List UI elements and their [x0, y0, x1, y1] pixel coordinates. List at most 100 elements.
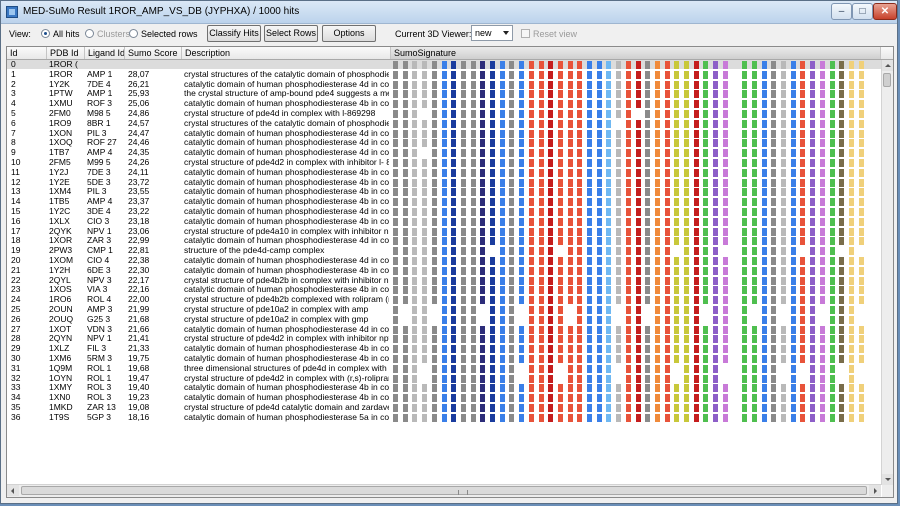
signature-cell [460, 80, 466, 89]
column-header-ligand-id[interactable]: Ligand Id [85, 47, 125, 59]
vertical-scrollbar[interactable] [881, 60, 893, 485]
table-row[interactable]: 33 1XMY ROL 3 19,40 catalytic domain of huma… [7, 383, 881, 393]
cell-id: 5 [11, 109, 16, 118]
scroll-right-button[interactable] [869, 485, 881, 496]
table-row[interactable]: 8 1XOQ ROF 27 24,46 catalytic domain of huma… [7, 138, 881, 148]
title-bar[interactable]: MED-SuMo Result 1ROR_AMP_VS_DB (JYPHXA) … [1, 1, 897, 24]
table-row[interactable]: 9 1TB7 AMP 4 24,35 catalytic domain of human… [7, 148, 881, 158]
vertical-scroll-thumb[interactable] [883, 73, 891, 87]
column-header-sumo-score[interactable]: Sumo Score [125, 47, 182, 59]
signature-cell [441, 364, 447, 373]
table-row[interactable]: 35 1MKD ZAR 13 19,08 crystal structure of pd… [7, 403, 881, 412]
view-all-hits-radio[interactable]: All hits [41, 27, 80, 41]
table-row[interactable]: 23 1XOS VIA 3 22,16 catalytic domain of huma… [7, 285, 881, 295]
scroll-up-button[interactable] [882, 60, 893, 71]
table-row[interactable]: 19 2PW3 CMP 1 22,81 structure of the pde4d-c… [7, 246, 881, 256]
table-row[interactable]: 11 1Y2J 7DE 3 24,11 catalytic domain of huma… [7, 168, 881, 177]
scroll-down-button[interactable] [882, 474, 893, 485]
signature-cell [577, 119, 583, 128]
table-row[interactable]: 32 1OYN ROL 1 19,47 crystal structure of pde… [7, 374, 881, 383]
column-header-id[interactable]: Id [7, 47, 47, 59]
classify-hits-button[interactable]: Classify Hits [207, 25, 261, 42]
view-label: View: [9, 29, 31, 39]
signature-cell [577, 306, 583, 314]
signature-cell [839, 325, 845, 334]
signature-cell [829, 100, 835, 109]
table-row[interactable]: 0 1ROR ( [7, 60, 881, 69]
table-row[interactable]: 14 1TB5 AMP 4 23,37 catalytic domain of huma… [7, 197, 881, 207]
table-row[interactable]: 24 1RO6 ROL 4 22,00 crystal structure of pde… [7, 295, 881, 305]
signature-cell [441, 227, 447, 236]
column-header-sumo-signature[interactable]: SumoSignature [391, 47, 881, 59]
signature-cell [635, 315, 641, 324]
results-grid[interactable]: Id PDB Id Ligand Id Sumo Score Descripti… [6, 46, 894, 498]
select-rows-button[interactable]: Select Rows [264, 25, 318, 42]
table-row[interactable]: 22 2QYL NPV 3 22,17 crystal structure of pde… [7, 276, 881, 285]
table-row[interactable]: 6 1RO9 8BR 1 24,57 crystal structures of the… [7, 119, 881, 128]
table-row[interactable]: 15 1Y2C 3DE 4 23,22 catalytic domain of huma… [7, 207, 881, 216]
signature-cell [839, 159, 845, 167]
signature-cell [431, 394, 437, 403]
close-button[interactable]: ✕ [873, 3, 897, 20]
table-row[interactable]: 1 1ROR AMP 1 28,07 crystal structures of the… [7, 70, 881, 79]
signature-cell [858, 198, 864, 207]
table-row[interactable]: 21 1Y2H 6DE 3 22,30 catalytic domain of huma… [7, 266, 881, 275]
table-row[interactable]: 18 1XOR ZAR 3 22,99 catalytic domain of huma… [7, 236, 881, 246]
table-row[interactable]: 2 1Y2K 7DE 4 26,21 catalytic domain of human… [7, 80, 881, 89]
viewer-select[interactable]: new [471, 25, 513, 41]
table-row[interactable]: 25 2OUN AMP 3 21,99 crystal structure of pde… [7, 305, 881, 314]
signature-cell [431, 129, 437, 138]
signature-cell [451, 374, 457, 383]
horizontal-scrollbar[interactable] [7, 484, 881, 497]
table-row[interactable]: 28 2QYN NPV 1 21,41 crystal structure of pde… [7, 334, 881, 344]
signature-cell [393, 413, 398, 422]
table-row[interactable]: 10 2FM5 M99 5 24,26 crystal structure of pde… [7, 158, 881, 167]
signature-cell [441, 355, 447, 363]
horizontal-scroll-thumb[interactable] [21, 486, 867, 495]
table-row[interactable]: 5 2FM0 M98 5 24,86 crystal structure of pde4… [7, 109, 881, 118]
signature-cell [499, 129, 505, 138]
signature-cell [722, 394, 728, 403]
signature-cell [839, 413, 845, 422]
table-row[interactable]: 20 1XOM CIO 4 22,38 catalytic domain of huma… [7, 256, 881, 265]
table-row[interactable]: 36 1T9S 5GP 3 18,16 catalytic domain of huma… [7, 413, 881, 422]
signature-cell [781, 168, 786, 177]
table-row[interactable]: 29 1XLZ FIL 3 21,33 catalytic domain of huma… [7, 344, 881, 354]
table-row[interactable]: 17 2QYK NPV 1 23,06 crystal structure of pde… [7, 227, 881, 236]
signature-cell [606, 306, 612, 314]
table-row[interactable]: 26 2OUQ G25 3 21,68 crystal structure of pde… [7, 315, 881, 324]
signature-cell [751, 237, 757, 246]
table-row[interactable]: 4 1XMU ROF 3 25,06 catalytic domain of human… [7, 99, 881, 109]
table-row[interactable]: 34 1XN0 ROL 3 19,23 catalytic domain of huma… [7, 393, 881, 403]
signature-cell [800, 286, 806, 295]
signature-cell [596, 168, 602, 177]
table-row[interactable]: 16 1XLX CIO 3 23,18 catalytic domain of huma… [7, 217, 881, 226]
signature-cell [577, 149, 583, 158]
table-row[interactable]: 30 1XM6 5RM 3 19,75 catalytic domain of huma… [7, 354, 881, 363]
cell-sumo-score: 21,68 [128, 314, 150, 324]
table-row[interactable]: 3 1PTW AMP 1 25,93 the crystal structure of … [7, 89, 881, 99]
column-header-description[interactable]: Description [182, 47, 391, 59]
signature-cell [587, 237, 592, 246]
table-row[interactable]: 27 1XOT VDN 3 21,66 catalytic domain of huma… [7, 325, 881, 334]
view-selected-rows-radio[interactable]: Selected rows [129, 27, 198, 41]
signature-cell [567, 237, 573, 246]
table-row[interactable]: 13 1XM4 PIL 3 23,55 catalytic domain of huma… [7, 187, 881, 197]
signature-cell [819, 404, 825, 412]
reset-view-checkbox[interactable]: Reset view [521, 27, 577, 41]
column-header-pdb-id[interactable]: PDB Id [47, 47, 85, 59]
minimize-button[interactable]: – [831, 3, 852, 20]
scroll-left-button[interactable] [7, 485, 19, 496]
table-row[interactable]: 12 1Y2E 5DE 3 23,72 catalytic domain of huma… [7, 178, 881, 187]
signature-cell [654, 325, 660, 334]
signature-cell [606, 257, 612, 265]
maximize-button[interactable]: □ [852, 3, 873, 20]
signature-cell [829, 276, 835, 285]
signature-cell [858, 345, 864, 354]
signature-cell [460, 266, 466, 275]
view-clusters-radio[interactable]: Clusters [85, 27, 130, 41]
table-row[interactable]: 7 1XON PIL 3 24,47 catalytic domain of human… [7, 129, 881, 138]
options-button[interactable]: Options [322, 25, 376, 42]
table-row[interactable]: 31 1Q9M ROL 1 19,68 three dimensional struct… [7, 364, 881, 373]
signature-cell [528, 61, 534, 69]
